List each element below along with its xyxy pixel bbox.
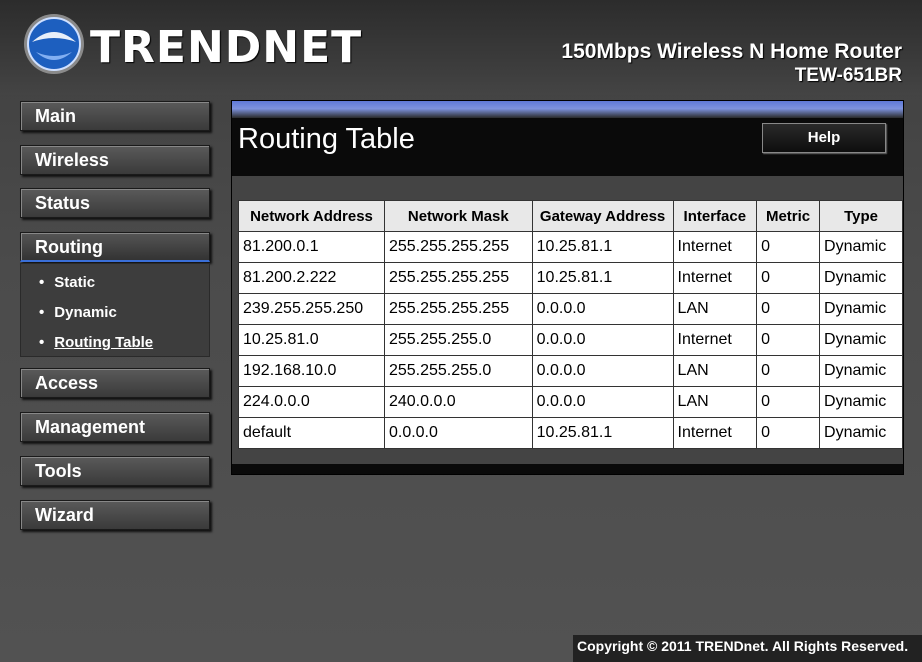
table-row: default 0.0.0.0 10.25.81.1 Internet 0 Dy… — [238, 417, 903, 449]
submenu-item-routing-table[interactable]: • Routing Table — [39, 334, 153, 351]
column-header-network-mask: Network Mask — [383, 200, 533, 232]
cell-interface: Internet — [672, 262, 758, 294]
trendnet-logo-icon — [24, 14, 84, 74]
cell-interface: Internet — [672, 231, 758, 263]
sidebar-item-routing[interactable]: Routing — [20, 232, 210, 262]
cell-network-address: 81.200.2.222 — [238, 262, 385, 294]
table-row: 10.25.81.0 255.255.255.0 0.0.0.0 Interne… — [238, 324, 903, 356]
sidebar-item-wizard[interactable]: Wizard — [20, 500, 210, 530]
cell-metric: 0 — [756, 386, 821, 418]
cell-gateway-address: 0.0.0.0 — [531, 293, 674, 325]
model-number: TEW-651BR — [794, 65, 902, 86]
product-line: 150Mbps Wireless N Home Router — [561, 40, 902, 63]
cell-interface: LAN — [672, 293, 758, 325]
cell-network-address: 224.0.0.0 — [238, 386, 385, 418]
cell-metric: 0 — [756, 293, 821, 325]
cell-gateway-address: 10.25.81.1 — [531, 417, 674, 449]
cell-metric: 0 — [756, 355, 821, 387]
column-header-type: Type — [819, 200, 903, 232]
content-panel: Routing Table Help Network Address Netwo… — [231, 100, 904, 475]
routing-table: Network Address Network Mask Gateway Add… — [238, 200, 903, 449]
column-header-interface: Interface — [672, 200, 758, 232]
bullet-icon: • — [39, 304, 45, 321]
cell-network-address: 192.168.10.0 — [238, 355, 385, 387]
cell-interface: Internet — [672, 324, 758, 356]
routing-submenu: • Static • Dynamic • Routing Table — [20, 263, 210, 357]
panel-header-bar — [232, 101, 903, 118]
product-info: 150Mbps Wireless N Home Router TEW-651BR — [561, 40, 902, 88]
submenu-item-dynamic[interactable]: • Dynamic — [39, 304, 117, 321]
sidebar-item-tools[interactable]: Tools — [20, 456, 210, 486]
cell-network-mask: 240.0.0.0 — [383, 386, 533, 418]
cell-type: Dynamic — [819, 386, 903, 418]
cell-network-mask: 255.255.255.255 — [383, 262, 533, 294]
cell-metric: 0 — [756, 262, 821, 294]
sidebar-item-access[interactable]: Access — [20, 368, 210, 398]
sidebar-item-main[interactable]: Main — [20, 101, 210, 131]
cell-network-address: 239.255.255.250 — [238, 293, 385, 325]
help-button[interactable]: Help — [762, 123, 886, 153]
cell-type: Dynamic — [819, 293, 903, 325]
copyright-footer: Copyright © 2011 TRENDnet. All Rights Re… — [573, 635, 922, 662]
brand-name: TRENDNET — [90, 22, 363, 73]
sidebar-item-status[interactable]: Status — [20, 188, 210, 218]
header: TRENDNET 150Mbps Wireless N Home Router … — [0, 0, 922, 95]
sidebar-item-wireless[interactable]: Wireless — [20, 145, 210, 175]
cell-gateway-address: 0.0.0.0 — [531, 324, 674, 356]
cell-metric: 0 — [756, 417, 821, 449]
cell-type: Dynamic — [819, 262, 903, 294]
cell-type: Dynamic — [819, 355, 903, 387]
cell-gateway-address: 10.25.81.1 — [531, 231, 674, 263]
cell-network-address: 10.25.81.0 — [238, 324, 385, 356]
column-header-network-address: Network Address — [238, 200, 385, 232]
cell-type: Dynamic — [819, 417, 903, 449]
cell-gateway-address: 0.0.0.0 — [531, 386, 674, 418]
table-row: 239.255.255.250 255.255.255.255 0.0.0.0 … — [238, 293, 903, 325]
cell-interface: LAN — [672, 355, 758, 387]
cell-metric: 0 — [756, 324, 821, 356]
bullet-icon: • — [39, 334, 45, 351]
cell-metric: 0 — [756, 231, 821, 263]
table-row: 192.168.10.0 255.255.255.0 0.0.0.0 LAN 0… — [238, 355, 903, 387]
table-area: Network Address Network Mask Gateway Add… — [232, 176, 903, 464]
table-header-row: Network Address Network Mask Gateway Add… — [238, 200, 903, 232]
column-header-gateway-address: Gateway Address — [531, 200, 674, 232]
cell-gateway-address: 10.25.81.1 — [531, 262, 674, 294]
cell-network-mask: 255.255.255.0 — [383, 324, 533, 356]
table-row: 81.200.0.1 255.255.255.255 10.25.81.1 In… — [238, 231, 903, 263]
cell-interface: LAN — [672, 386, 758, 418]
page-title: Routing Table — [238, 123, 415, 155]
cell-network-mask: 255.255.255.0 — [383, 355, 533, 387]
column-header-metric: Metric — [756, 200, 821, 232]
cell-gateway-address: 0.0.0.0 — [531, 355, 674, 387]
cell-type: Dynamic — [819, 231, 903, 263]
cell-network-address: default — [238, 417, 385, 449]
submenu-item-static[interactable]: • Static — [39, 274, 95, 291]
cell-network-mask: 255.255.255.255 — [383, 231, 533, 263]
cell-network-mask: 255.255.255.255 — [383, 293, 533, 325]
cell-type: Dynamic — [819, 324, 903, 356]
cell-network-mask: 0.0.0.0 — [383, 417, 533, 449]
table-row: 224.0.0.0 240.0.0.0 0.0.0.0 LAN 0 Dynami… — [238, 386, 903, 418]
cell-network-address: 81.200.0.1 — [238, 231, 385, 263]
table-row: 81.200.2.222 255.255.255.255 10.25.81.1 … — [238, 262, 903, 294]
cell-interface: Internet — [672, 417, 758, 449]
bullet-icon: • — [39, 274, 45, 291]
sidebar-item-management[interactable]: Management — [20, 412, 210, 442]
